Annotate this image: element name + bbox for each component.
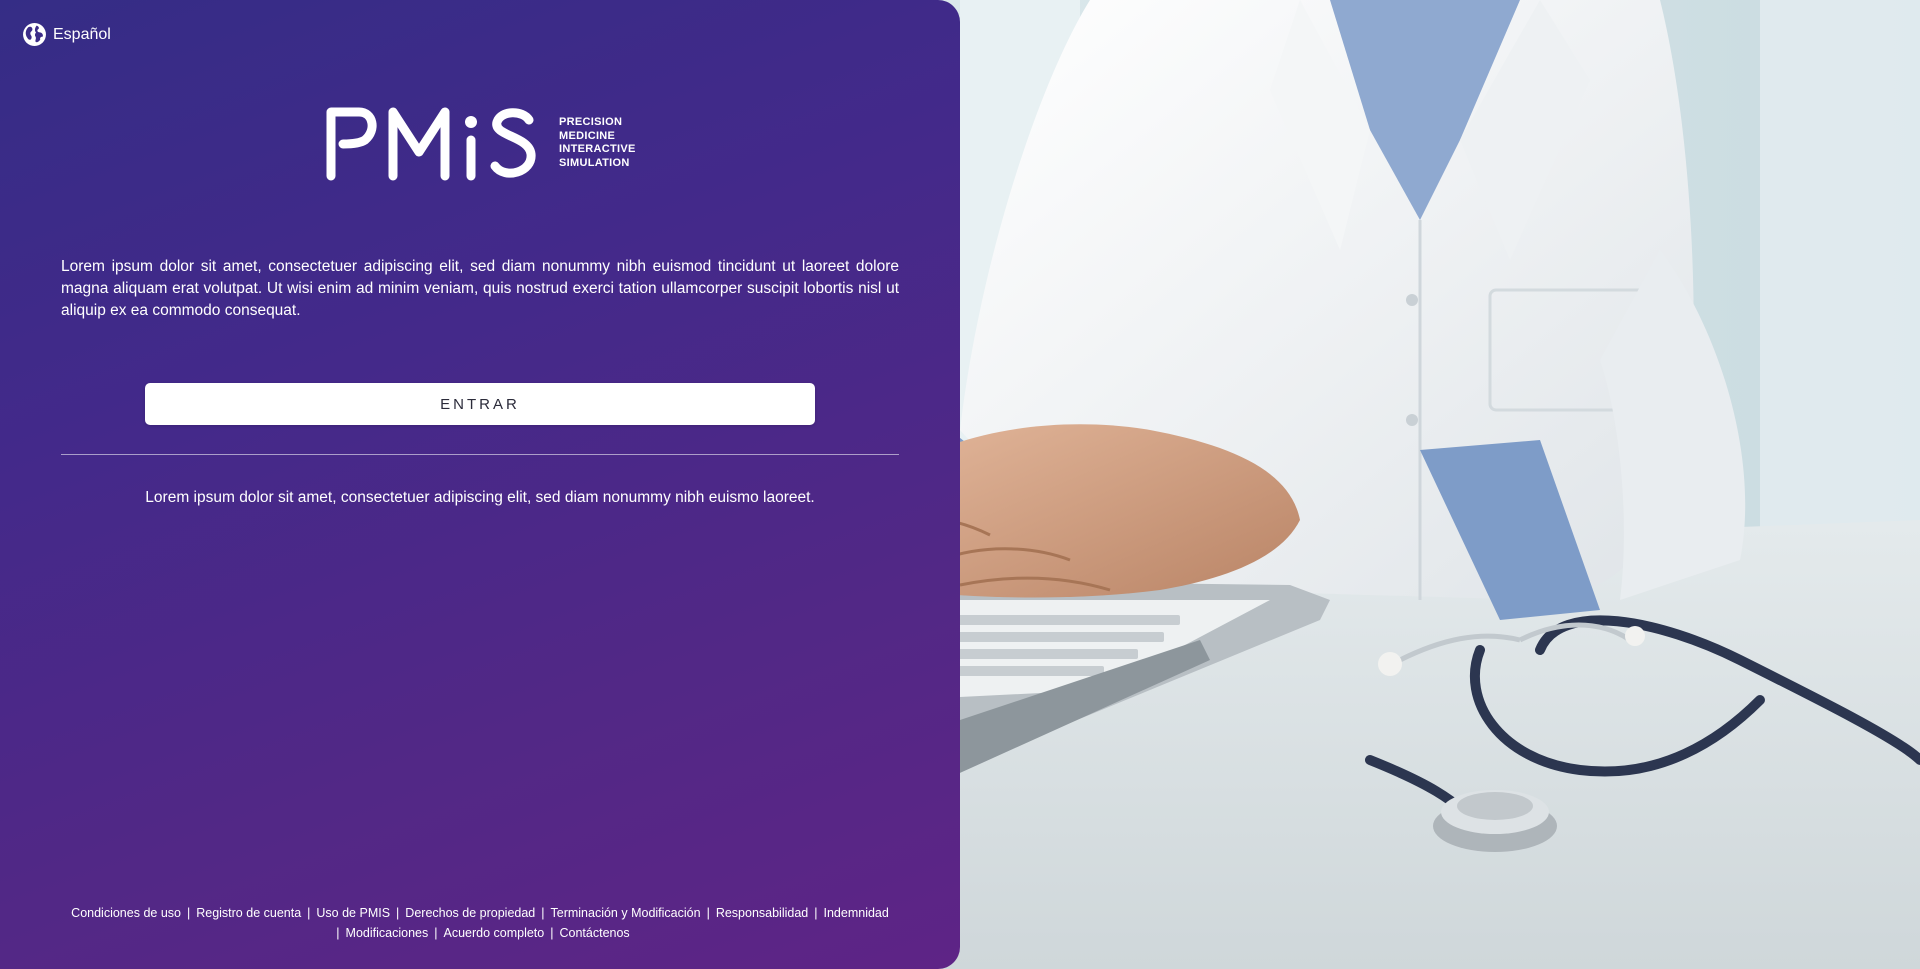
- footer-separator: |: [541, 906, 545, 920]
- pmis-wordmark: [326, 107, 536, 181]
- logo-tagline-line: MEDICINE: [559, 129, 616, 142]
- globe-icon: [22, 22, 47, 47]
- footer-link-terminacion[interactable]: Terminación y Modificación: [551, 906, 701, 920]
- footer-link-acuerdo[interactable]: Acuerdo completo: [443, 926, 544, 940]
- doctor-laptop-illustration: [900, 0, 1920, 969]
- enter-button[interactable]: ENTRAR: [145, 383, 815, 425]
- footer-link-indemnidad[interactable]: Indemnidad: [824, 906, 889, 920]
- divider: [61, 454, 899, 455]
- intro-paragraph: Lorem ipsum dolor sit amet, consectetuer…: [61, 258, 899, 319]
- footer-separator: |: [396, 906, 400, 920]
- logo-tagline-line: SIMULATION: [559, 156, 630, 169]
- footer-links: Condiciones de uso | Registro de cuenta | Us…: [40, 904, 920, 943]
- sub-paragraph: Lorem ipsum dolor sit amet, consectetuer…: [145, 489, 815, 506]
- logo-tagline-line: PRECISION: [559, 116, 623, 128]
- footer-link-responsabilidad[interactable]: Responsabilidad: [716, 906, 808, 920]
- footer-link-derechos[interactable]: Derechos de propiedad: [405, 906, 535, 920]
- footer-link-condiciones[interactable]: Condiciones de uso: [71, 906, 181, 920]
- language-label: Español: [53, 25, 111, 43]
- footer-separator: |: [706, 906, 710, 920]
- footer-separator: |: [550, 925, 554, 940]
- language-selector[interactable]: Español: [22, 22, 111, 47]
- footer-link-registro[interactable]: Registro de cuenta: [196, 906, 301, 920]
- footer-separator: |: [186, 906, 191, 920]
- footer-separator: |: [336, 925, 340, 940]
- footer-link-contactenos[interactable]: Contáctenos: [560, 926, 630, 940]
- logo-tagline: PRECISION MEDICINE INTERACTIVE SIMULATIO…: [559, 116, 636, 170]
- footer-separator: |: [814, 906, 818, 920]
- hero-photo: [900, 0, 1920, 969]
- pmis-logo: PRECISION MEDICINE INTERACTIVE SIMULATIO…: [325, 100, 636, 186]
- footer-separator: |: [307, 906, 311, 920]
- logo-tagline-line: INTERACTIVE: [559, 143, 636, 155]
- footer-link-uso[interactable]: Uso de PMIS: [316, 906, 390, 920]
- footer-link-modificaciones[interactable]: Modificaciones: [346, 926, 429, 940]
- left-panel: Español PRECISION MEDICINE INTERACTIVE S…: [0, 0, 960, 969]
- footer-separator: |: [434, 925, 438, 940]
